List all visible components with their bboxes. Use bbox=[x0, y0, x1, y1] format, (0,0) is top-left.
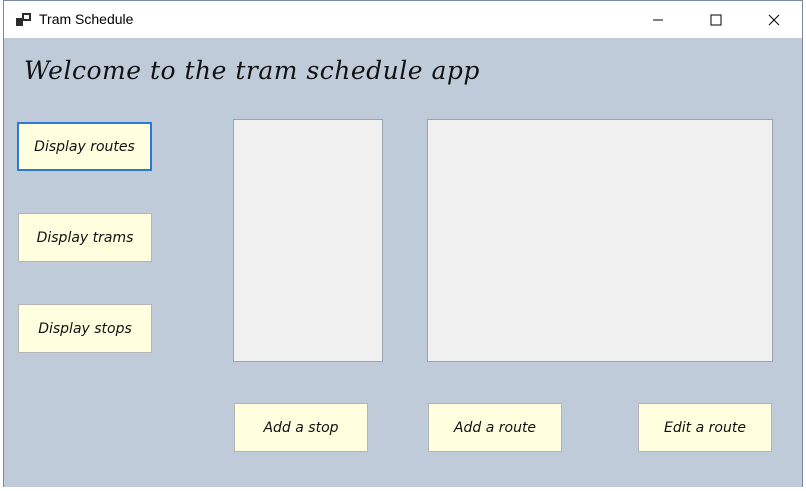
app-window-icon bbox=[16, 12, 32, 26]
minimize-icon bbox=[653, 19, 663, 20]
title-bar[interactable]: Tram Schedule bbox=[4, 1, 802, 38]
routes-list-box[interactable] bbox=[427, 119, 773, 362]
client-area: Welcome to the tram schedule app Display… bbox=[4, 38, 802, 487]
display-stops-button[interactable]: Display stops bbox=[18, 304, 152, 353]
stops-list-box[interactable] bbox=[233, 119, 383, 362]
close-icon bbox=[768, 14, 780, 25]
minimize-button[interactable] bbox=[629, 1, 687, 38]
edit-route-button[interactable]: Edit a route bbox=[638, 403, 772, 452]
maximize-button[interactable] bbox=[687, 1, 745, 38]
welcome-heading: Welcome to the tram schedule app bbox=[24, 56, 480, 85]
display-routes-button[interactable]: Display routes bbox=[17, 122, 152, 171]
add-route-button[interactable]: Add a route bbox=[428, 403, 562, 452]
window-title: Tram Schedule bbox=[39, 11, 134, 27]
app-window: Tram Schedule Welcome to the tram schedu… bbox=[3, 0, 803, 487]
close-button[interactable] bbox=[745, 1, 803, 38]
maximize-icon bbox=[710, 14, 722, 25]
display-trams-button[interactable]: Display trams bbox=[18, 213, 152, 262]
add-stop-button[interactable]: Add a stop bbox=[234, 403, 368, 452]
